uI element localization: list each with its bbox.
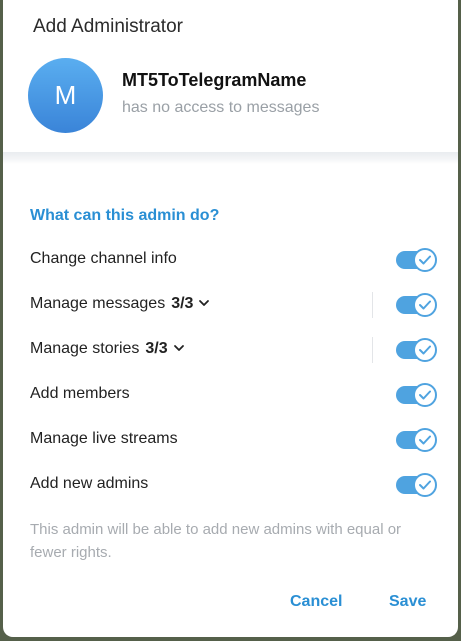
permission-add-members[interactable]: Add members <box>30 377 440 413</box>
save-button[interactable]: Save <box>389 593 426 611</box>
row-separator <box>372 292 373 318</box>
permission-label: Manage stories 3/3 <box>30 340 186 358</box>
admin-rights-note: This admin will be able to add new admin… <box>30 521 402 561</box>
permission-toggle[interactable] <box>396 473 437 497</box>
chevron-down-icon[interactable] <box>197 295 211 313</box>
check-icon <box>413 383 437 407</box>
check-icon <box>413 293 437 317</box>
permission-label: Add new admins <box>30 475 149 492</box>
permission-manage-messages[interactable]: Manage messages 3/3 <box>30 287 440 323</box>
section-divider <box>3 152 458 164</box>
permission-label: Manage live streams <box>30 430 178 447</box>
chevron-down-icon[interactable] <box>172 340 186 358</box>
user-status: has no access to messages <box>122 99 320 116</box>
permission-toggle[interactable] <box>396 293 437 317</box>
permission-toggle[interactable] <box>396 428 437 452</box>
dialog-title: Add Administrator <box>33 16 183 37</box>
permission-count: 3/3 <box>145 340 168 358</box>
add-admin-dialog: Add Administrator M MT5ToTelegramName ha… <box>3 0 458 637</box>
permissions-title: What can this admin do? <box>30 207 220 224</box>
permission-toggle[interactable] <box>396 383 437 407</box>
check-icon <box>413 248 437 272</box>
permission-change-channel-info[interactable]: Change channel info <box>30 242 440 278</box>
permission-label-text: Manage stories <box>30 340 140 358</box>
check-icon <box>413 473 437 497</box>
permission-toggle[interactable] <box>396 338 437 362</box>
permission-count: 3/3 <box>171 295 194 313</box>
cancel-button[interactable]: Cancel <box>290 593 342 611</box>
check-icon <box>413 428 437 452</box>
permission-toggle[interactable] <box>396 248 437 272</box>
permission-label: Manage messages 3/3 <box>30 295 211 313</box>
avatar-letter: M <box>54 80 77 110</box>
permission-label: Change channel info <box>30 250 177 267</box>
check-icon <box>413 338 437 362</box>
permission-label-text: Manage messages <box>30 295 166 313</box>
permission-manage-stories[interactable]: Manage stories 3/3 <box>30 332 440 368</box>
permission-label: Add members <box>30 385 130 402</box>
user-name: MT5ToTelegramName <box>122 70 307 90</box>
row-separator <box>372 337 373 363</box>
permission-manage-live-streams[interactable]: Manage live streams <box>30 422 440 458</box>
permission-add-new-admins[interactable]: Add new admins <box>30 467 440 503</box>
avatar: M <box>28 58 103 133</box>
